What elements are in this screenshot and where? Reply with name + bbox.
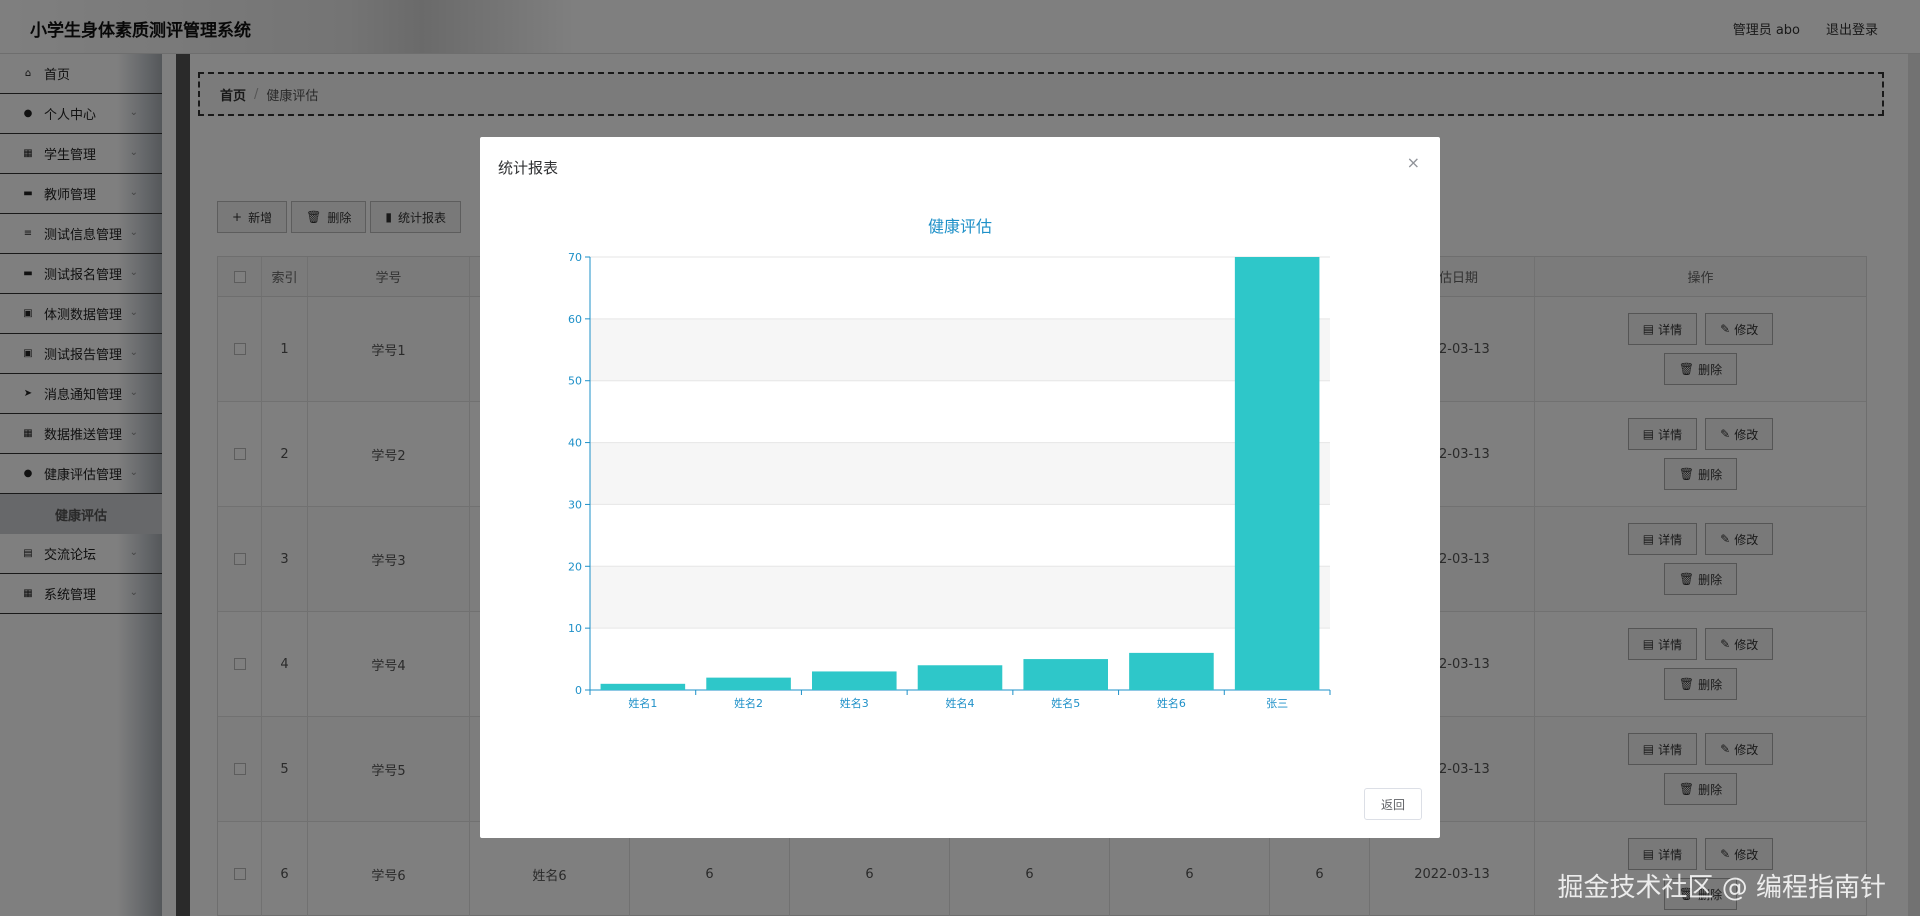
x-tick-label: 姓名5 bbox=[1051, 696, 1080, 710]
x-tick-label: 张三 bbox=[1266, 697, 1288, 710]
dialog-title: 统计报表 bbox=[498, 159, 559, 177]
y-tick-label: 60 bbox=[568, 313, 582, 326]
close-icon[interactable]: × bbox=[1407, 153, 1420, 172]
grid-band bbox=[590, 566, 1330, 629]
x-tick-label: 姓名4 bbox=[946, 696, 975, 710]
bar bbox=[1129, 652, 1214, 690]
y-tick-label: 40 bbox=[568, 437, 582, 450]
bar bbox=[1023, 659, 1108, 690]
bar bbox=[917, 665, 1003, 690]
y-tick-label: 30 bbox=[568, 498, 582, 511]
x-tick-label: 姓名1 bbox=[628, 696, 657, 710]
watermark: 掘金技术社区 @ 编程指南针 bbox=[1557, 873, 1886, 903]
x-tick-label: 姓名3 bbox=[840, 696, 869, 710]
y-tick-label: 10 bbox=[568, 622, 582, 635]
x-tick-label: 姓名2 bbox=[734, 696, 763, 710]
y-tick-label: 20 bbox=[568, 560, 582, 573]
stats-report-dialog: 统计报表 × 健康评估 0 10 20 30 40 50 60 70 姓名1 姓名2 姓名3 姓名4 姓… bbox=[480, 137, 1440, 838]
bar bbox=[812, 671, 897, 690]
grid-band bbox=[590, 318, 1330, 381]
x-tick-label: 姓名6 bbox=[1157, 696, 1186, 710]
grid-band bbox=[590, 442, 1330, 505]
bar-chart: 0 10 20 30 40 50 60 70 姓名1 姓名2 姓名3 姓名4 姓名5 姓名6 张三 bbox=[568, 251, 1331, 710]
y-tick-label: 0 bbox=[575, 684, 582, 697]
bar bbox=[1234, 257, 1320, 690]
return-button[interactable]: 返回 bbox=[1363, 788, 1422, 820]
bar bbox=[600, 683, 686, 690]
y-tick-label: 50 bbox=[568, 375, 582, 388]
bar bbox=[706, 677, 791, 690]
chart-title: 健康评估 bbox=[927, 217, 992, 236]
y-tick-label: 70 bbox=[568, 251, 582, 264]
